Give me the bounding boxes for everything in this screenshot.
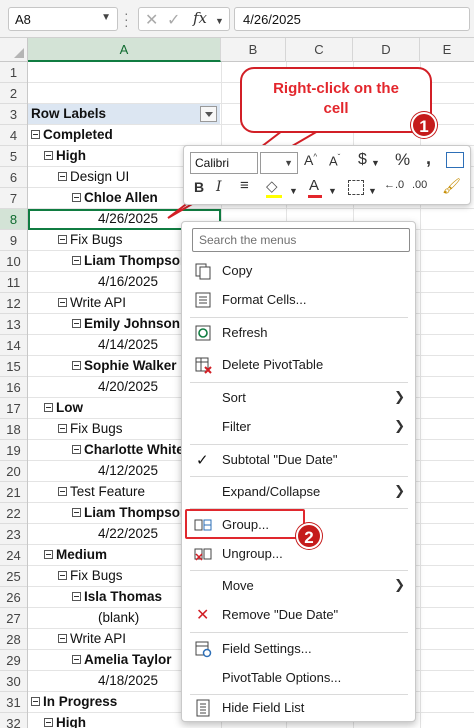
- field-list-icon: [194, 699, 212, 717]
- menu-item-refresh[interactable]: Refresh: [182, 320, 415, 346]
- menu-item-sort[interactable]: Sort ❯: [182, 385, 415, 411]
- menu-separator: [190, 444, 408, 445]
- menu-item-label: Ungroup...: [222, 546, 283, 561]
- decrease-decimal-icon[interactable]: .00: [412, 179, 427, 191]
- menu-item-delete-pivottable[interactable]: Delete PivotTable: [182, 352, 415, 378]
- menu-item-label: Field Settings...: [222, 641, 312, 656]
- menu-item-label: PivotTable Options...: [222, 670, 342, 685]
- copy-icon: [194, 262, 212, 280]
- refresh-icon: [194, 324, 212, 342]
- menu-separator: [190, 382, 408, 383]
- menu-item-label: Refresh: [222, 325, 268, 340]
- increase-font-icon[interactable]: A^: [304, 152, 317, 168]
- callout-text-line2: cell: [323, 100, 349, 117]
- menu-item-label: Format Cells...: [222, 292, 307, 307]
- borders-icon[interactable]: [348, 180, 364, 195]
- menu-item-label: Remove "Due Date": [222, 607, 339, 622]
- remove-icon: ✕: [196, 607, 210, 624]
- menu-item-move[interactable]: Move ❯: [182, 573, 415, 599]
- chevron-right-icon: ❯: [394, 483, 405, 498]
- chevron-right-icon: ❯: [394, 577, 405, 592]
- currency-icon[interactable]: $: [358, 151, 367, 169]
- menu-separator: [190, 632, 408, 633]
- menu-item-label: Copy: [222, 263, 253, 278]
- step-badge-2: 2: [296, 523, 322, 549]
- chevron-down-icon[interactable]: ▼: [284, 158, 293, 168]
- comma-style-icon[interactable]: ,: [426, 148, 431, 169]
- menu-item-filter[interactable]: Filter ❯: [182, 414, 415, 440]
- menu-item-label: Subtotal "Due Date": [222, 452, 338, 467]
- menu-item-label: Delete PivotTable: [222, 357, 324, 372]
- chevron-down-icon[interactable]: ▼: [328, 186, 337, 196]
- font-name-value: Calibri: [195, 156, 230, 170]
- format-painter-icon[interactable]: 🖌: [442, 177, 461, 195]
- format-cells-icon: [194, 291, 212, 309]
- chevron-down-icon[interactable]: ▼: [371, 158, 380, 168]
- delete-table-icon: [194, 356, 212, 374]
- font-name-box[interactable]: Calibri: [190, 152, 258, 174]
- chevron-down-icon[interactable]: ▼: [368, 186, 377, 196]
- fill-color-icon[interactable]: ◇: [266, 177, 278, 195]
- instruction-callout: Right-click on the cell: [240, 67, 432, 133]
- mini-toolbar: Calibri ▼ A^ Aˇ $ ▼ % , B I ≡ ◇ ▼ A ▼ ▼ …: [183, 145, 471, 205]
- ungroup-icon: [194, 545, 212, 563]
- menu-item-label: Expand/Collapse: [222, 484, 321, 499]
- menu-item-label: Move: [222, 578, 254, 593]
- menu-search-input[interactable]: Search the menus: [192, 228, 410, 252]
- menu-item-expand-collapse[interactable]: Expand/Collapse ❯: [182, 479, 415, 505]
- font-size-box[interactable]: ▼: [260, 152, 298, 174]
- italic-icon[interactable]: I: [216, 179, 222, 195]
- decrease-font-icon[interactable]: Aˇ: [329, 153, 340, 168]
- font-color-icon[interactable]: A: [309, 177, 319, 194]
- percent-icon[interactable]: %: [395, 150, 410, 170]
- menu-item-field-settings[interactable]: Field Settings...: [182, 636, 415, 662]
- menu-item-label: Hide Field List: [222, 700, 305, 715]
- group-highlight-box: [185, 509, 305, 539]
- menu-separator: [190, 570, 408, 571]
- align-center-icon[interactable]: ≡: [240, 177, 249, 194]
- menu-item-ungroup[interactable]: Ungroup...: [182, 541, 415, 567]
- step-badge-1: 1: [411, 112, 437, 138]
- fill-color-swatch: [266, 195, 282, 198]
- menu-item-label: Sort: [222, 390, 246, 405]
- menu-item-remove[interactable]: ✕ Remove "Due Date": [182, 602, 415, 628]
- increase-decimal-icon[interactable]: ←.0: [384, 179, 404, 191]
- menu-separator: [190, 476, 408, 477]
- menu-item-copy[interactable]: Copy: [182, 258, 415, 284]
- context-menu: Search the menus Copy Format Cells... Re…: [181, 221, 416, 722]
- wrap-format-icon[interactable]: [446, 152, 464, 168]
- chevron-right-icon: ❯: [394, 418, 405, 433]
- chevron-down-icon[interactable]: ▼: [289, 186, 298, 196]
- callout-text-line1: Right-click on the: [273, 80, 399, 97]
- menu-search-placeholder: Search the menus: [199, 233, 297, 247]
- menu-item-format-cells[interactable]: Format Cells...: [182, 287, 415, 313]
- menu-separator: [190, 317, 408, 318]
- bold-icon[interactable]: B: [194, 179, 204, 195]
- field-settings-icon: [194, 640, 212, 658]
- font-color-swatch: [308, 195, 322, 198]
- menu-item-pivottable-options[interactable]: PivotTable Options...: [182, 665, 415, 691]
- checkmark-icon: ✓: [196, 452, 209, 469]
- menu-item-hide-field-list[interactable]: Hide Field List: [182, 695, 415, 721]
- menu-item-subtotal[interactable]: ✓ Subtotal "Due Date": [182, 447, 415, 473]
- menu-item-label: Filter: [222, 419, 251, 434]
- chevron-right-icon: ❯: [394, 389, 405, 404]
